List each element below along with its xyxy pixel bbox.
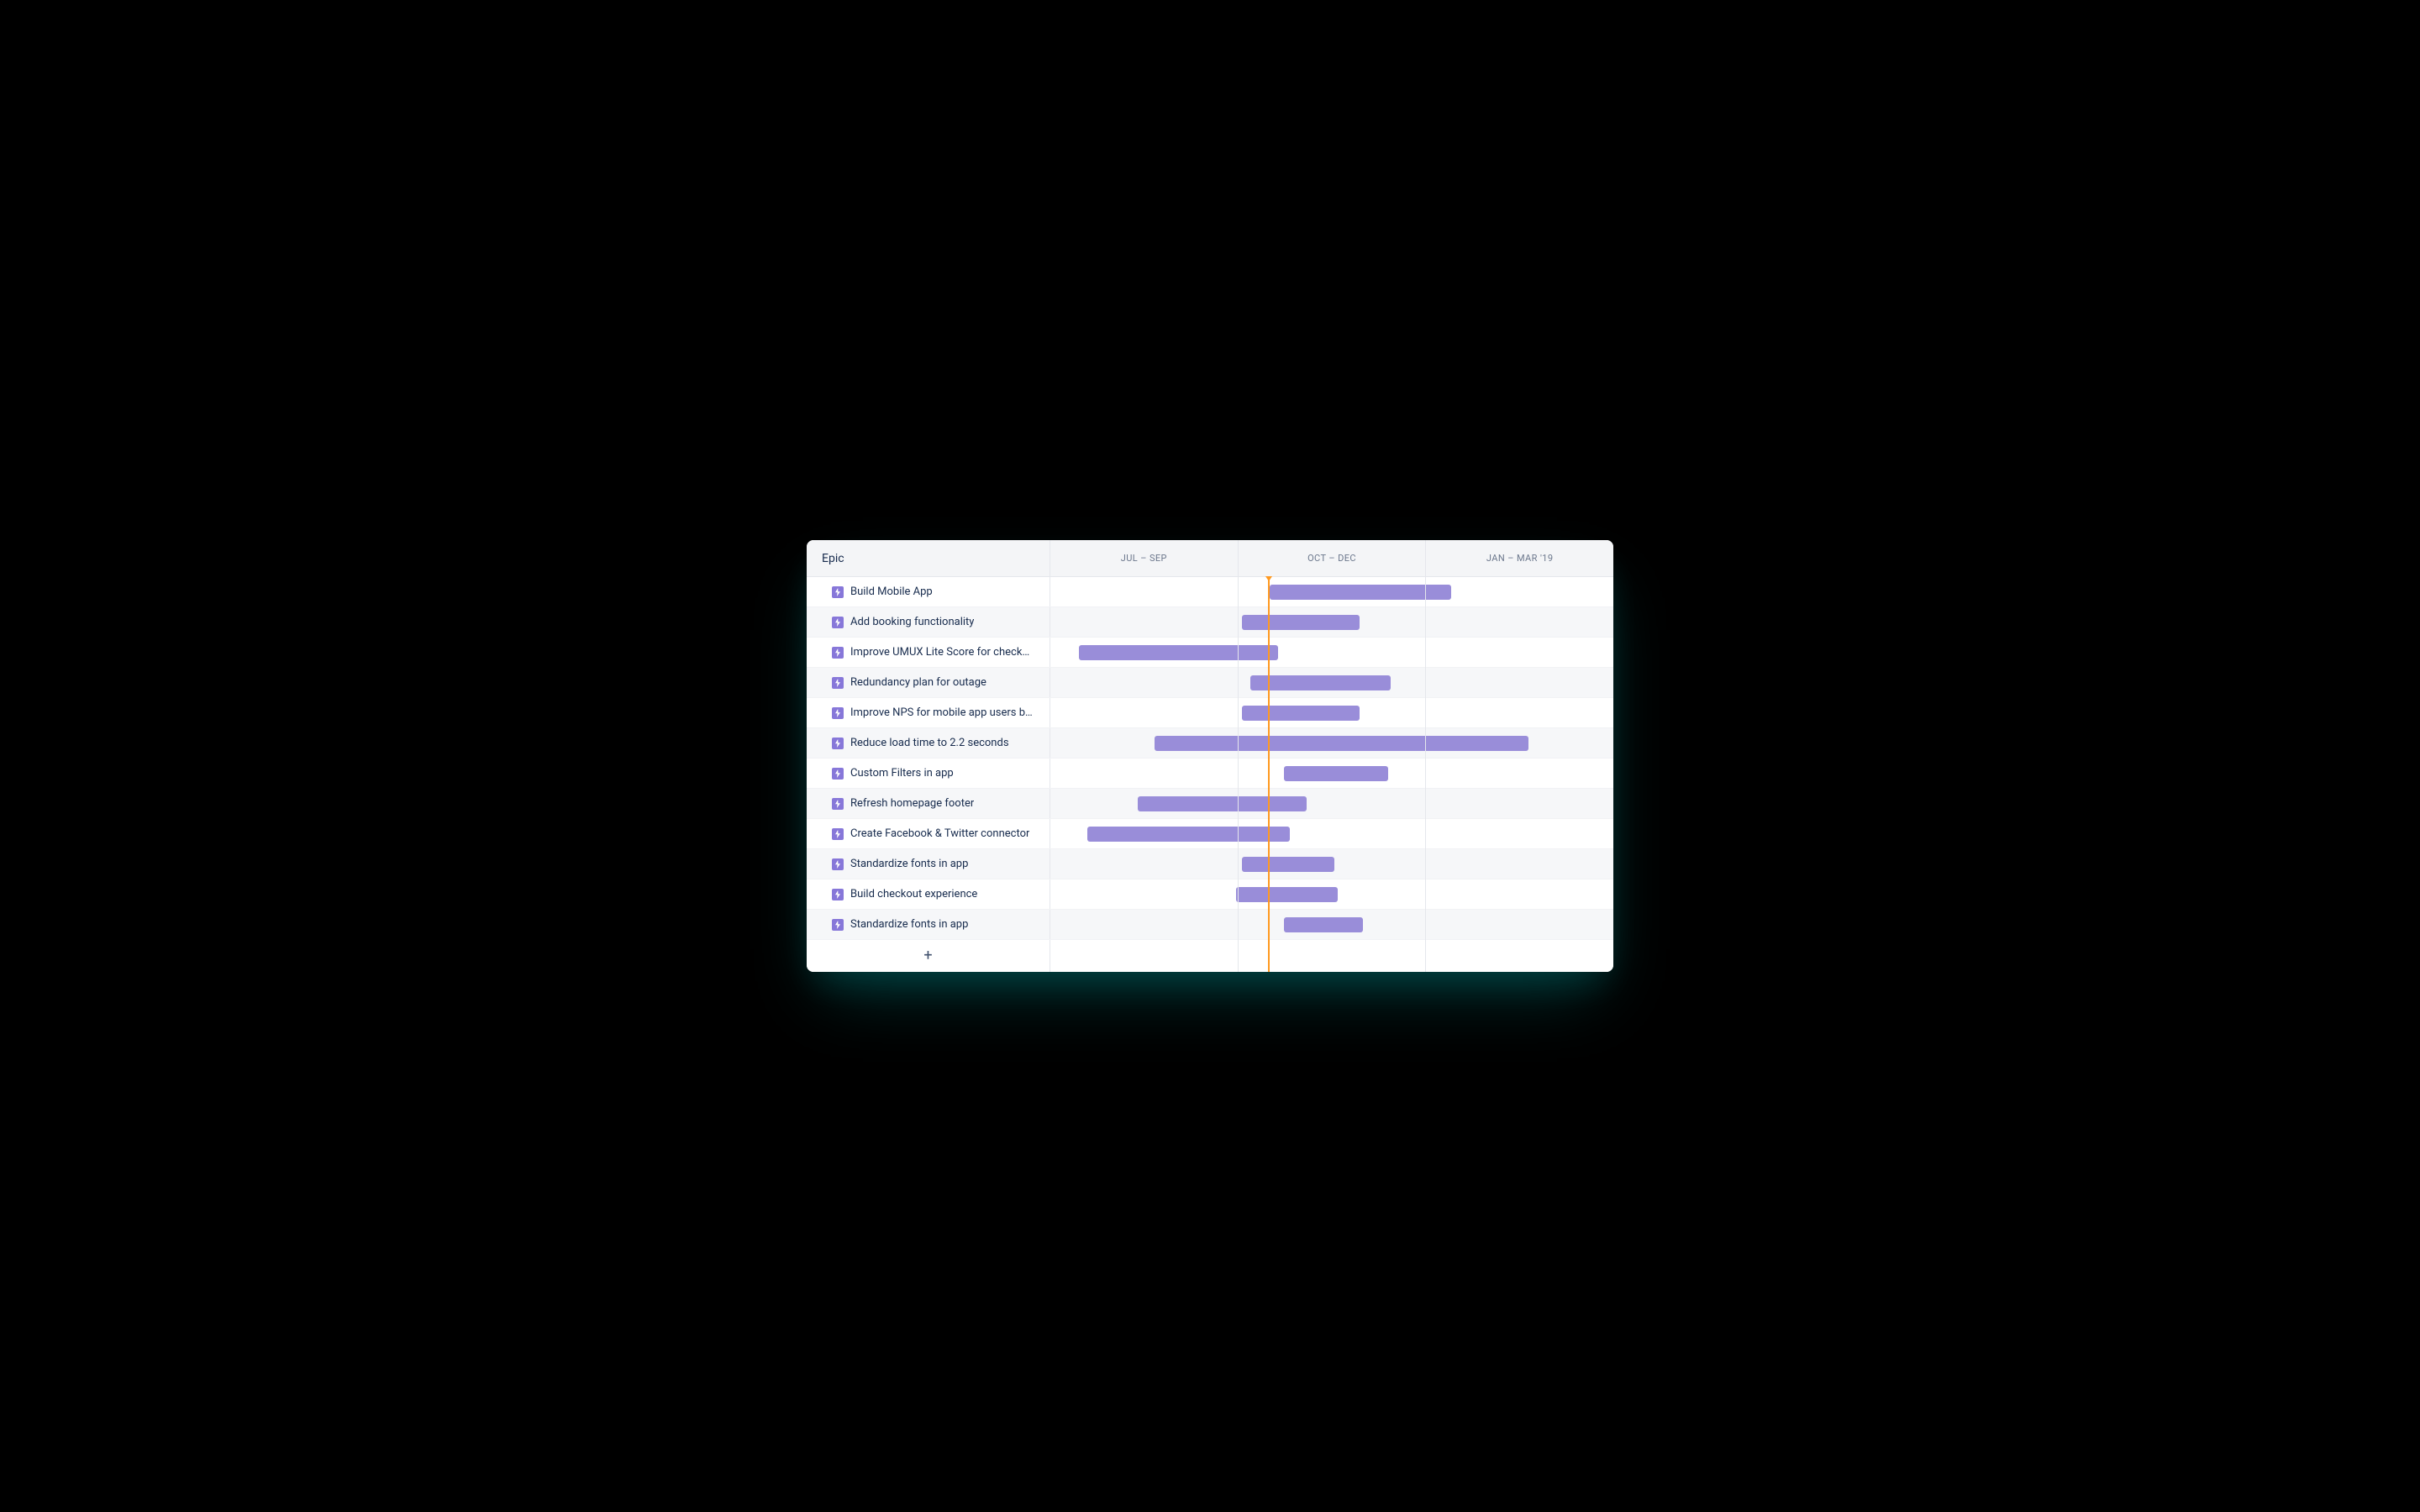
epic-cell[interactable]: Refresh homepage footer bbox=[807, 789, 1050, 818]
epic-bar[interactable] bbox=[1284, 766, 1388, 781]
epic-icon bbox=[832, 586, 844, 598]
epic-bar[interactable] bbox=[1242, 615, 1360, 630]
epic-header-label: Epic bbox=[822, 552, 844, 565]
epic-label: Add booking functionality bbox=[850, 616, 974, 628]
timeline-col-label: JUL – SEP bbox=[1121, 553, 1167, 564]
epic-label: Improve UMUX Lite Score for checko… bbox=[850, 646, 1034, 659]
epic-icon bbox=[832, 707, 844, 719]
epic-icon bbox=[832, 919, 844, 931]
epic-row[interactable]: Improve UMUX Lite Score for checko… bbox=[807, 638, 1613, 668]
epic-cell[interactable]: Improve NPS for mobile app users by … bbox=[807, 698, 1050, 727]
epic-cell[interactable]: Build Mobile App bbox=[807, 577, 1050, 606]
add-epic-button[interactable]: + bbox=[807, 940, 1050, 972]
epic-cell[interactable]: Build checkout experience bbox=[807, 879, 1050, 909]
timeline-cell[interactable] bbox=[1050, 607, 1613, 637]
epic-bar[interactable] bbox=[1270, 585, 1451, 600]
epic-label: Build Mobile App bbox=[850, 585, 933, 598]
timeline-col-label: JAN – MAR '19 bbox=[1486, 553, 1554, 564]
epic-bar[interactable] bbox=[1250, 675, 1392, 690]
add-row-timeline bbox=[1050, 940, 1613, 972]
header-row: Epic JUL – SEP OCT – DEC JAN – MAR '19 bbox=[807, 540, 1613, 577]
epic-rows-container: Build Mobile App Add booking functionalit… bbox=[807, 577, 1613, 940]
add-row: + bbox=[807, 940, 1613, 972]
epic-icon bbox=[832, 677, 844, 689]
epic-row[interactable]: Improve NPS for mobile app users by … bbox=[807, 698, 1613, 728]
epic-label: Reduce load time to 2.2 seconds bbox=[850, 737, 1009, 749]
epic-row[interactable]: Add booking functionality bbox=[807, 607, 1613, 638]
epic-cell[interactable]: Redundancy plan for outage bbox=[807, 668, 1050, 697]
epic-label: Create Facebook & Twitter connector bbox=[850, 827, 1029, 840]
timeline-cell[interactable] bbox=[1050, 638, 1613, 667]
timeline-cell[interactable] bbox=[1050, 759, 1613, 788]
epic-column-header: Epic bbox=[807, 540, 1050, 576]
epic-label: Standardize fonts in app bbox=[850, 858, 968, 870]
plus-icon: + bbox=[923, 948, 932, 963]
epic-row[interactable]: Standardize fonts in app bbox=[807, 849, 1613, 879]
epic-row[interactable]: Standardize fonts in app bbox=[807, 910, 1613, 940]
epic-row[interactable]: Custom Filters in app bbox=[807, 759, 1613, 789]
epic-cell[interactable]: Create Facebook & Twitter connector bbox=[807, 819, 1050, 848]
roadmap-body: Build Mobile App Add booking functionalit… bbox=[807, 577, 1613, 972]
epic-bar[interactable] bbox=[1236, 887, 1338, 902]
epic-label: Refresh homepage footer bbox=[850, 797, 974, 810]
epic-icon bbox=[832, 617, 844, 628]
epic-row[interactable]: Build checkout experience bbox=[807, 879, 1613, 910]
epic-icon bbox=[832, 647, 844, 659]
epic-row[interactable]: Refresh homepage footer bbox=[807, 789, 1613, 819]
epic-row[interactable]: Redundancy plan for outage bbox=[807, 668, 1613, 698]
epic-icon bbox=[832, 858, 844, 870]
epic-icon bbox=[832, 798, 844, 810]
timeline-cell[interactable] bbox=[1050, 789, 1613, 818]
timeline-cell[interactable] bbox=[1050, 577, 1613, 606]
epic-icon bbox=[832, 768, 844, 780]
timeline-col-label: OCT – DEC bbox=[1307, 553, 1356, 564]
timeline-cell[interactable] bbox=[1050, 698, 1613, 727]
timeline-cell[interactable] bbox=[1050, 728, 1613, 758]
timeline-cell[interactable] bbox=[1050, 819, 1613, 848]
epic-label: Redundancy plan for outage bbox=[850, 676, 986, 689]
epic-row[interactable]: Create Facebook & Twitter connector bbox=[807, 819, 1613, 849]
epic-label: Build checkout experience bbox=[850, 888, 977, 900]
epic-row[interactable]: Build Mobile App bbox=[807, 577, 1613, 607]
roadmap-window: Epic JUL – SEP OCT – DEC JAN – MAR '19 B… bbox=[807, 540, 1613, 972]
epic-icon bbox=[832, 828, 844, 840]
epic-row[interactable]: Reduce load time to 2.2 seconds bbox=[807, 728, 1613, 759]
timeline-cell[interactable] bbox=[1050, 668, 1613, 697]
epic-bar[interactable] bbox=[1242, 706, 1360, 721]
epic-label: Improve NPS for mobile app users by … bbox=[850, 706, 1034, 719]
epic-icon bbox=[832, 889, 844, 900]
epic-cell[interactable]: Add booking functionality bbox=[807, 607, 1050, 637]
timeline-col-q3: JUL – SEP bbox=[1050, 540, 1239, 576]
epic-bar[interactable] bbox=[1284, 917, 1363, 932]
epic-label: Custom Filters in app bbox=[850, 767, 954, 780]
epic-bar[interactable] bbox=[1138, 796, 1307, 811]
epic-icon bbox=[832, 738, 844, 749]
timeline-col-q1-19: JAN – MAR '19 bbox=[1426, 540, 1613, 576]
epic-cell[interactable]: Improve UMUX Lite Score for checko… bbox=[807, 638, 1050, 667]
timeline-cell[interactable] bbox=[1050, 879, 1613, 909]
timeline-cell[interactable] bbox=[1050, 910, 1613, 939]
timeline-header: JUL – SEP OCT – DEC JAN – MAR '19 bbox=[1050, 540, 1613, 576]
epic-label: Standardize fonts in app bbox=[850, 918, 968, 931]
epic-cell[interactable]: Custom Filters in app bbox=[807, 759, 1050, 788]
epic-cell[interactable]: Standardize fonts in app bbox=[807, 849, 1050, 879]
epic-bar[interactable] bbox=[1242, 857, 1335, 872]
epic-cell[interactable]: Reduce load time to 2.2 seconds bbox=[807, 728, 1050, 758]
timeline-cell[interactable] bbox=[1050, 849, 1613, 879]
epic-bar[interactable] bbox=[1155, 736, 1529, 751]
epic-cell[interactable]: Standardize fonts in app bbox=[807, 910, 1050, 939]
timeline-col-q4: OCT – DEC bbox=[1239, 540, 1427, 576]
epic-bar[interactable] bbox=[1087, 827, 1290, 842]
epic-bar[interactable] bbox=[1079, 645, 1279, 660]
